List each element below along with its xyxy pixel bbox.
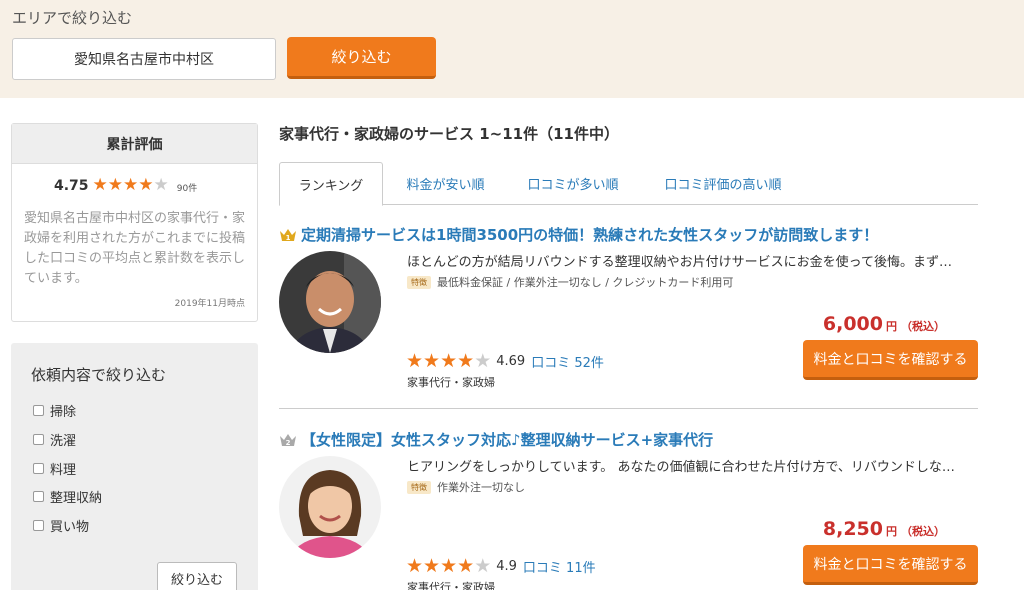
- category-label: 洗濯: [50, 434, 77, 449]
- rating-count: 90件: [176, 184, 198, 194]
- category-filter-box: 依頼内容で絞り込む 掃除 洗濯 料理 整理収納 買い物 絞り込む: [11, 343, 258, 590]
- area-filter-button[interactable]: 絞り込む: [287, 37, 436, 79]
- price-unit: 円: [886, 320, 897, 333]
- star-empty-icon: ★: [474, 350, 492, 372]
- rating-stars: ★ ★ ★ ★ ★: [93, 177, 169, 194]
- category-label: 整理収納: [50, 491, 103, 506]
- feature-row: 特徴 最低料金保証 / 作業外注一切なし / クレジットカード利用可: [407, 274, 733, 290]
- star-empty-icon: ★: [474, 555, 492, 577]
- price-tax: （税込）: [901, 320, 945, 333]
- category-item-organizing[interactable]: 整理収納: [33, 487, 102, 506]
- feature-badge: 特徴: [407, 480, 431, 494]
- listing-rating: ★ ★ ★ ★ ★ 4.69 口コミ 52件: [406, 352, 604, 372]
- staff-avatar[interactable]: [279, 456, 381, 558]
- listing-item: 2 【女性限定】女性スタッフ対応♪整理収納サービス+家事代行 ヒアリングをしっか…: [279, 429, 978, 590]
- price-tax: （税込）: [901, 525, 945, 538]
- area-input[interactable]: 愛知県名古屋市中村区: [12, 38, 276, 80]
- listing-description: ヒアリングをしっかりしています。 あなたの価値観に合わせた片付け方で、リバウンド…: [407, 460, 955, 475]
- category-label: 料理: [50, 463, 77, 478]
- divider: [279, 408, 978, 409]
- star-icon: ★: [123, 175, 139, 195]
- category-filter-button[interactable]: 絞り込む: [157, 562, 237, 590]
- listing-title-link[interactable]: 2 【女性限定】女性スタッフ対応♪整理収納サービス+家事代行: [279, 429, 713, 450]
- tab-ranking[interactable]: ランキング: [279, 162, 383, 206]
- listing-score: 4.9: [496, 559, 517, 574]
- listing-rating: ★ ★ ★ ★ ★ 4.9 口コミ 11件: [406, 557, 596, 577]
- feature-badge: 特徴: [407, 275, 431, 289]
- listing-title: 定期清掃サービスは1時間3500円の特価！熟練された女性スタッフが訪問致します！: [301, 226, 879, 244]
- checkbox[interactable]: [33, 434, 44, 445]
- feature-row: 特徴 作業外注一切なし: [407, 479, 525, 495]
- staff-avatar[interactable]: [279, 251, 381, 353]
- listing-score: 4.69: [496, 354, 526, 369]
- svg-text:1: 1: [286, 234, 291, 242]
- checkbox[interactable]: [33, 405, 44, 416]
- category-item-laundry[interactable]: 洗濯: [33, 430, 76, 449]
- check-price-reviews-button[interactable]: 料金と口コミを確認する: [803, 545, 978, 585]
- listing-category: 家事代行・家政婦: [407, 581, 495, 590]
- star-icon: ★: [457, 350, 475, 372]
- category-label: 掃除: [50, 405, 77, 420]
- crown-silver-icon: 2: [280, 433, 296, 447]
- crown-gold-icon: 1: [280, 228, 296, 242]
- price-unit: 円: [886, 525, 897, 538]
- listing-stars: ★ ★ ★ ★ ★: [406, 557, 491, 576]
- listing-description: ほとんどの方が結局リバウンドする整理収納やお片付けサービスにお金を使って後悔。ま…: [407, 255, 952, 270]
- svg-text:2: 2: [286, 439, 291, 447]
- feature-text: 作業外注一切なし: [437, 481, 525, 494]
- star-empty-icon: ★: [153, 175, 169, 195]
- star-icon: ★: [440, 350, 458, 372]
- checkbox[interactable]: [33, 491, 44, 502]
- listing-title: 【女性限定】女性スタッフ対応♪整理収納サービス+家事代行: [301, 431, 714, 449]
- rating-score: 4.75: [54, 177, 89, 194]
- listing-category: 家事代行・家政婦: [407, 376, 495, 389]
- tab-highest-rated[interactable]: 口コミ評価の高い順: [638, 162, 808, 205]
- star-icon: ★: [457, 555, 475, 577]
- checkbox[interactable]: [33, 520, 44, 531]
- category-filter-title: 依頼内容で絞り込む: [31, 366, 167, 384]
- listing-stars: ★ ★ ★ ★ ★: [406, 352, 491, 371]
- category-label: 買い物: [50, 520, 90, 535]
- checkbox[interactable]: [33, 463, 44, 474]
- area-filter-title: エリアで絞り込む: [12, 9, 133, 27]
- category-item-shopping[interactable]: 買い物: [33, 516, 89, 535]
- price: 8,250: [822, 518, 883, 540]
- star-icon: ★: [107, 175, 124, 195]
- star-icon: ★: [440, 555, 458, 577]
- feature-text: 最低料金保証 / 作業外注一切なし / クレジットカード利用可: [437, 276, 734, 289]
- star-icon: ★: [423, 350, 441, 372]
- tab-most-reviews[interactable]: 口コミが多い順: [508, 162, 638, 205]
- listing-item: 1 定期清掃サービスは1時間3500円の特価！熟練された女性スタッフが訪問致しま…: [279, 224, 978, 394]
- star-icon: ★: [92, 175, 108, 195]
- rating-as-of: 2019年11月時点: [174, 299, 245, 309]
- tab-price-low[interactable]: 料金が安い順: [383, 162, 508, 205]
- price: 6,000: [822, 313, 883, 335]
- reviews-link[interactable]: 口コミ 11件: [523, 557, 596, 576]
- price-row: 6,000 円 （税込）: [823, 313, 945, 335]
- star-icon: ★: [138, 175, 154, 195]
- reviews-link[interactable]: 口コミ 52件: [531, 352, 604, 371]
- category-item-cleaning[interactable]: 掃除: [33, 401, 76, 420]
- area-filter-bar: エリアで絞り込む 愛知県名古屋市中村区 絞り込む: [0, 0, 1024, 98]
- rating-summary-row: 4.75 ★ ★ ★ ★ ★ 90件: [54, 177, 198, 195]
- page-title: 家事代行・家政婦のサービス 1~11件（11件中）: [279, 125, 619, 143]
- star-icon: ★: [406, 555, 424, 577]
- star-icon: ★: [423, 555, 441, 577]
- category-item-cooking[interactable]: 料理: [33, 459, 76, 478]
- rating-description: 愛知県名古屋市中村区の家事代行・家政婦を利用された方がこれまでに投稿した口コミの…: [24, 211, 246, 286]
- star-icon: ★: [406, 350, 424, 372]
- price-row: 8,250 円 （税込）: [823, 518, 945, 540]
- check-price-reviews-button[interactable]: 料金と口コミを確認する: [803, 340, 978, 380]
- sort-tabs: ランキング 料金が安い順 口コミが多い順 口コミ評価の高い順: [279, 162, 978, 206]
- listing-title-link[interactable]: 1 定期清掃サービスは1時間3500円の特価！熟練された女性スタッフが訪問致しま…: [279, 224, 878, 245]
- rating-summary-box: 累計評価 4.75 ★ ★ ★ ★ ★ 90件 愛知県名古屋市中村区の家事代行・…: [11, 123, 258, 322]
- rating-summary-title: 累計評価: [12, 124, 257, 164]
